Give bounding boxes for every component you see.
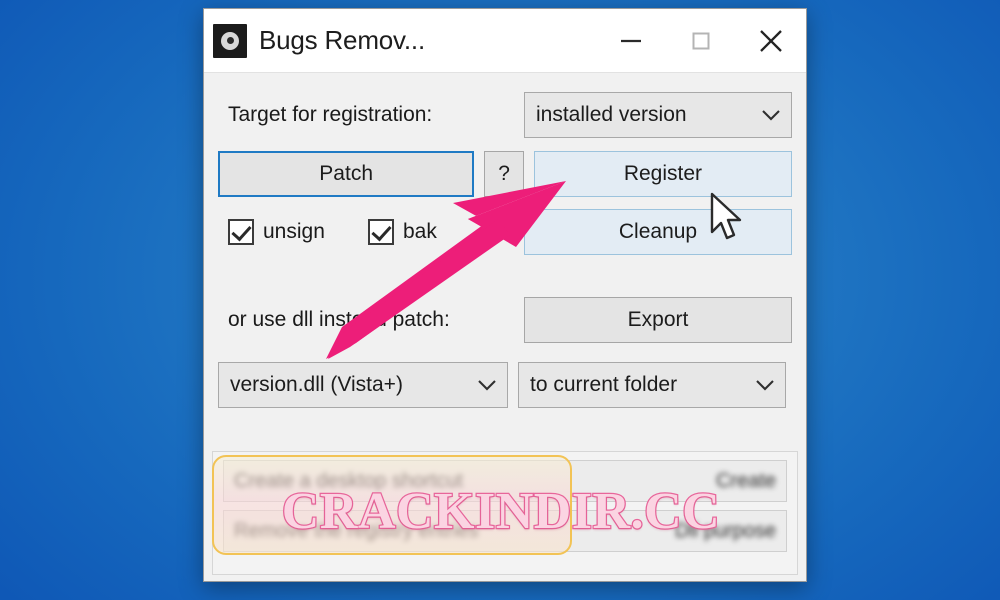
bottom-row-1-left: Create a desktop shortcut — [234, 469, 464, 492]
application-window: Bugs Remov... Target for registration: i… — [203, 8, 807, 582]
minimize-button[interactable] — [596, 9, 666, 72]
patch-row: Patch ? Register — [218, 151, 792, 197]
unsign-checkbox-box — [228, 219, 254, 245]
cleanup-button[interactable]: Cleanup — [524, 209, 792, 255]
dll-combo-row: version.dll (Vista+) to current folder — [218, 362, 792, 408]
bottom-row-1-right: Create — [715, 469, 776, 492]
export-button[interactable]: Export — [524, 297, 792, 343]
folder-combo-value: to current folder — [530, 373, 678, 396]
bak-checkbox-label: bak — [403, 220, 437, 243]
window-title: Bugs Remov... — [259, 25, 425, 55]
unsign-checkbox-label: unsign — [263, 220, 325, 243]
title-bar[interactable]: Bugs Remov... — [204, 9, 806, 73]
client-area: Target for registration: installed versi… — [204, 73, 806, 581]
register-button[interactable]: Register — [533, 151, 792, 197]
bottom-row-2-right: Dll purpose — [674, 519, 776, 542]
maximize-icon — [692, 32, 710, 49]
dll-combo[interactable]: version.dll (Vista+) — [218, 362, 508, 408]
close-button[interactable] — [736, 9, 806, 72]
help-button[interactable]: ? — [484, 151, 524, 197]
chevron-down-icon — [478, 380, 496, 391]
folder-combo[interactable]: to current folder — [518, 362, 786, 408]
dll-row: or use dll instead patch: Export — [218, 297, 792, 343]
dll-label: or use dll instead patch: — [228, 308, 450, 331]
target-row: Target for registration: installed versi… — [218, 92, 792, 138]
minimize-icon — [621, 39, 641, 42]
maximize-button[interactable] — [666, 9, 736, 72]
patch-button[interactable]: Patch — [218, 151, 475, 197]
target-label: Target for registration: — [228, 103, 433, 126]
app-icon-ring — [221, 31, 239, 50]
options-row: unsign bak Cleanup — [218, 209, 792, 255]
bak-checkbox-box — [368, 219, 394, 245]
target-combo[interactable]: installed version — [524, 92, 792, 138]
bottom-row-2-left: Remove the registry entries — [234, 519, 479, 542]
bak-checkbox[interactable]: bak — [368, 219, 524, 245]
unsign-checkbox[interactable]: unsign — [218, 219, 368, 245]
bottom-panel: Create a desktop shortcut Create Remove … — [212, 451, 798, 575]
bottom-panel-row[interactable]: Remove the registry entries Dll purpose — [223, 510, 787, 552]
chevron-down-icon — [762, 110, 780, 121]
bottom-panel-row[interactable]: Create a desktop shortcut Create — [223, 460, 787, 502]
close-icon — [760, 29, 782, 52]
app-icon — [213, 23, 247, 58]
chevron-down-icon — [756, 380, 774, 391]
target-combo-value: installed version — [536, 103, 687, 126]
dll-combo-value: version.dll (Vista+) — [230, 373, 403, 396]
